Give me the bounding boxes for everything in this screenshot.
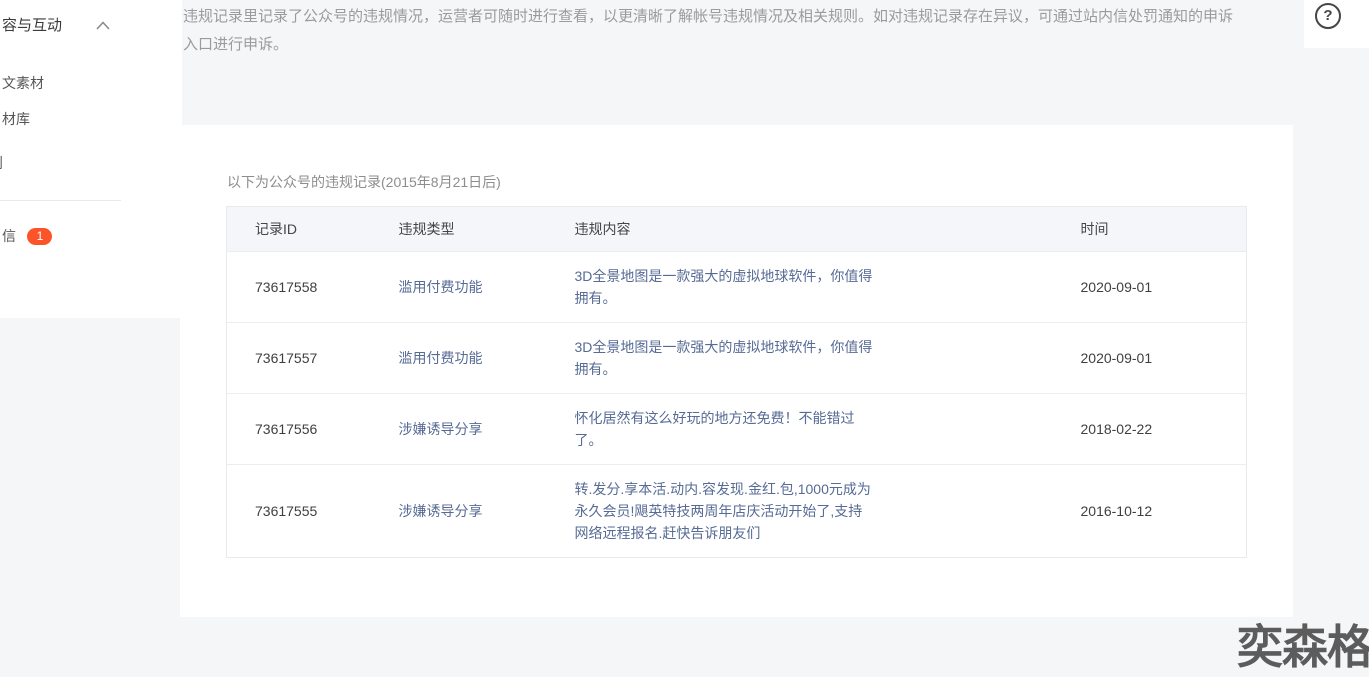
column-header-time: 时间 <box>1080 206 1247 252</box>
unread-count-badge: 1 <box>27 227 53 245</box>
sidebar: 容与互动 文素材 材库 则 信 1 <box>0 0 182 318</box>
violation-type-link[interactable]: 涉嫌诱导分享 <box>399 421 483 437</box>
column-header-record-id: 记录ID <box>226 206 399 252</box>
record-id-cell: 73617558 <box>226 251 399 323</box>
time-cell: 2020-09-01 <box>1080 322 1247 394</box>
help-icon[interactable]: ? <box>1315 3 1341 29</box>
violation-content-link[interactable]: 3D全景地图是一款强大的虚拟地球软件，你值得 拥有。 <box>575 265 873 309</box>
sidebar-item-rules-clipped[interactable]: 则 <box>0 153 3 173</box>
time-cell: 2020-09-01 <box>1080 251 1247 323</box>
table-row: 73617558 滥用付费功能 3D全景地图是一款强大的虚拟地球软件，你值得 拥… <box>226 251 1247 323</box>
sidebar-item-messages[interactable]: 信 1 <box>2 227 53 245</box>
sidebar-divider <box>0 200 121 201</box>
sidebar-item-material[interactable]: 文素材 <box>2 73 44 93</box>
help-widget: ? <box>1304 0 1369 48</box>
record-id-cell: 73617556 <box>226 393 399 465</box>
violation-record-description: 违规记录里记录了公众号的违规情况，运营者可随时进行查看，以更清晰了解帐号违规情况… <box>183 8 1234 53</box>
violation-content-cell: 3D全景地图是一款强大的虚拟地球软件，你值得 拥有。 <box>574 251 1081 323</box>
violation-type-cell: 滥用付费功能 <box>398 322 575 394</box>
violation-content-cell: 怀化居然有这么好玩的地方还免费！不能错过 了。 <box>574 393 1081 465</box>
violation-type-link[interactable]: 滥用付费功能 <box>399 279 483 295</box>
sidebar-item-library[interactable]: 材库 <box>2 109 30 129</box>
sidebar-group-label: 容与互动 <box>2 17 63 34</box>
violation-content-cell: 3D全景地图是一款强大的虚拟地球软件，你值得 拥有。 <box>574 322 1081 394</box>
watermark: 奕森格 <box>1237 621 1369 673</box>
record-id-cell: 73617557 <box>226 322 399 394</box>
violation-content-link[interactable]: 怀化居然有这么好玩的地方还免费！不能错过 了。 <box>575 407 855 451</box>
table-header-row: 记录ID 违规类型 违规内容 时间 <box>226 206 1247 252</box>
violation-content-link[interactable]: 转.发分.享本活.动内.容发现.金红.包,1000元成为 永久会员!飓英特技两周… <box>575 478 871 544</box>
violation-type-cell: 涉嫌诱导分享 <box>398 393 575 465</box>
records-list-title: 以下为公众号的违规记录(2015年8月21日后) <box>227 174 501 190</box>
column-header-violation-type: 违规类型 <box>398 206 575 252</box>
violation-content-link[interactable]: 3D全景地图是一款强大的虚拟地球软件，你值得 拥有。 <box>575 336 873 380</box>
time-cell: 2016-10-12 <box>1080 503 1153 519</box>
violation-content-cell: 转.发分.享本活.动内.容发现.金红.包,1000元成为 永久会员!飓英特技两周… <box>575 465 1081 558</box>
violation-table-body: 73617558 滥用付费功能 3D全景地图是一款强大的虚拟地球软件，你值得 拥… <box>226 251 1247 558</box>
table-row: 73617556 涉嫌诱导分享 怀化居然有这么好玩的地方还免费！不能错过 了。 … <box>226 393 1247 465</box>
violation-type-link[interactable]: 涉嫌诱导分享 <box>399 503 483 519</box>
sidebar-item-label: 信 <box>2 228 16 244</box>
violation-type-cell: 滥用付费功能 <box>398 251 575 323</box>
violation-records-card: 以下为公众号的违规记录(2015年8月21日后) 记录ID 违规类型 违规内容 … <box>180 125 1293 617</box>
table-row: 73617557 滥用付费功能 3D全景地图是一款强大的虚拟地球软件，你值得 拥… <box>226 322 1247 394</box>
violation-table: 记录ID 违规类型 违规内容 时间 73617558 滥用付费功能 3D全景地图… <box>226 206 1247 558</box>
time-cell: 2018-02-22 <box>1080 393 1247 465</box>
sidebar-group-content-interaction[interactable]: 容与互动 <box>0 14 182 38</box>
column-header-violation-content: 违规内容 <box>574 206 1081 252</box>
chevron-up-icon <box>96 21 110 30</box>
record-id-cell: 73617555 <box>255 503 318 519</box>
table-row: 73617555 涉嫌诱导分享 转.发分.享本活.动内.容发现.金红.包,100… <box>227 465 1247 558</box>
violation-type-cell: 涉嫌诱导分享 <box>399 465 575 558</box>
violation-type-link[interactable]: 滥用付费功能 <box>399 350 483 366</box>
